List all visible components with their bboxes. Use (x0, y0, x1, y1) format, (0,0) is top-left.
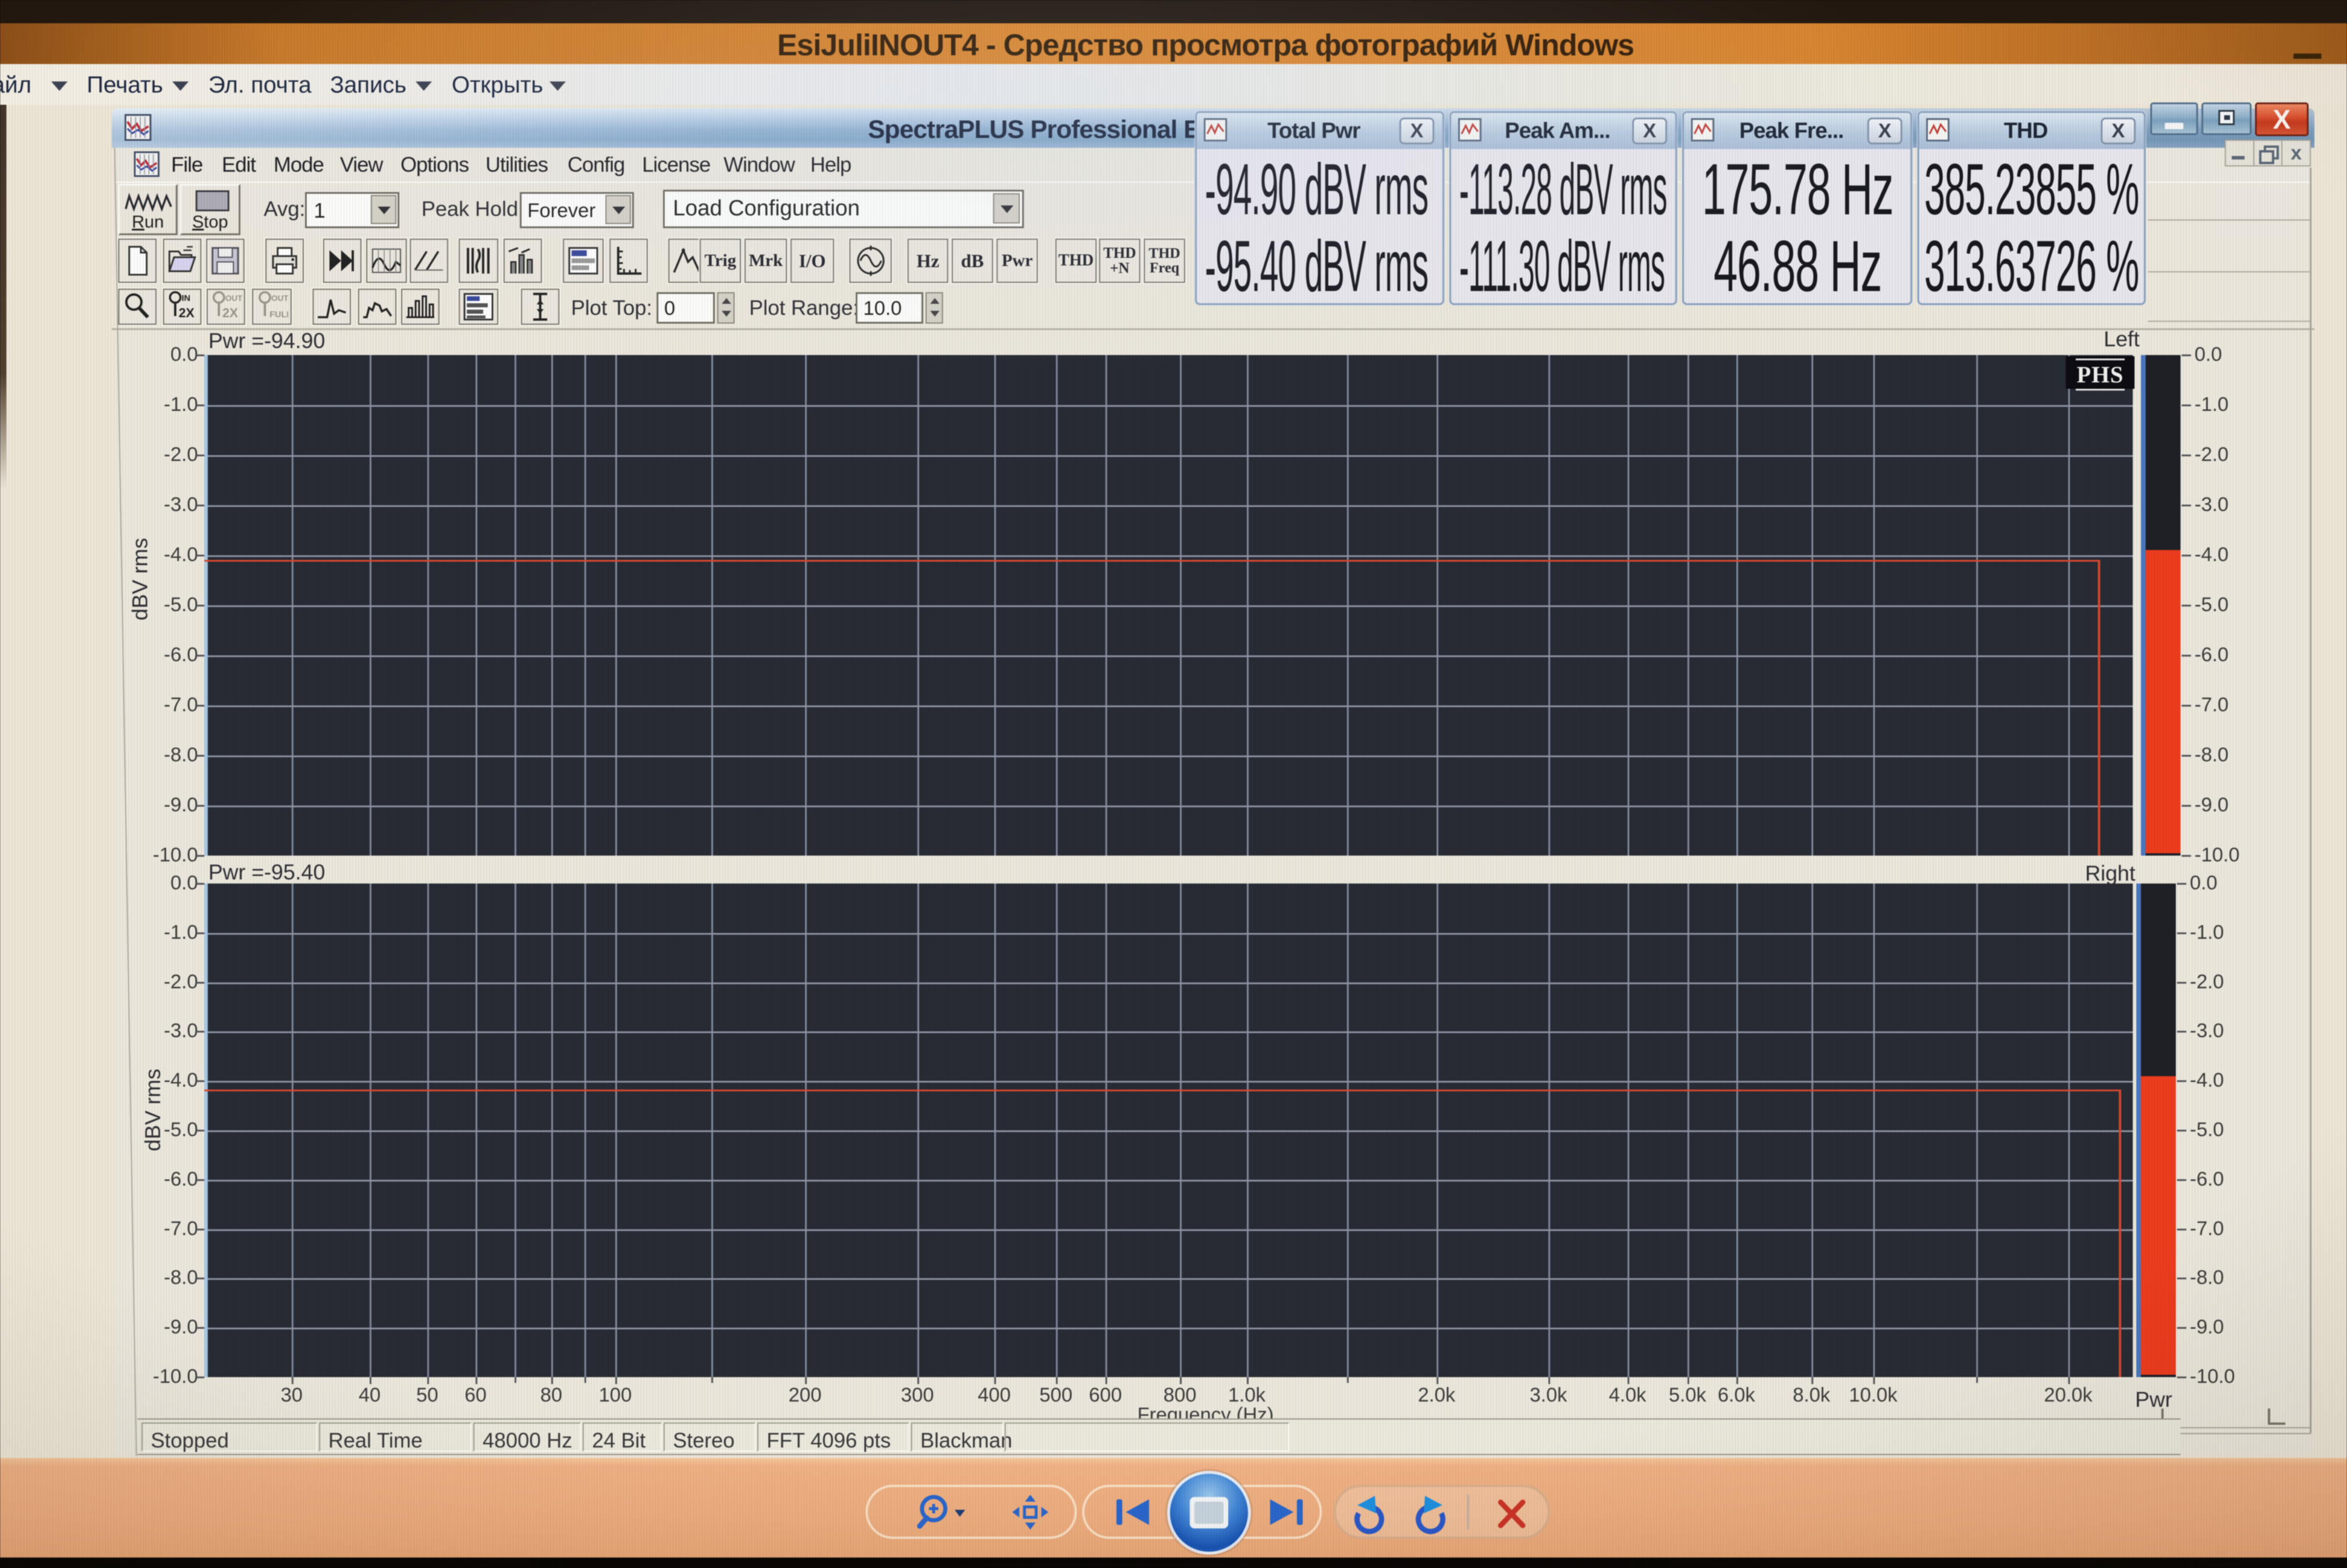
svg-text:OUT: OUT (271, 293, 288, 303)
svg-text:2X: 2X (222, 306, 238, 320)
svg-text:FULL: FULL (270, 310, 288, 320)
svg-text:IN: IN (182, 293, 190, 303)
svg-text:2X: 2X (179, 306, 194, 320)
svg-text:OUT: OUT (225, 293, 242, 303)
